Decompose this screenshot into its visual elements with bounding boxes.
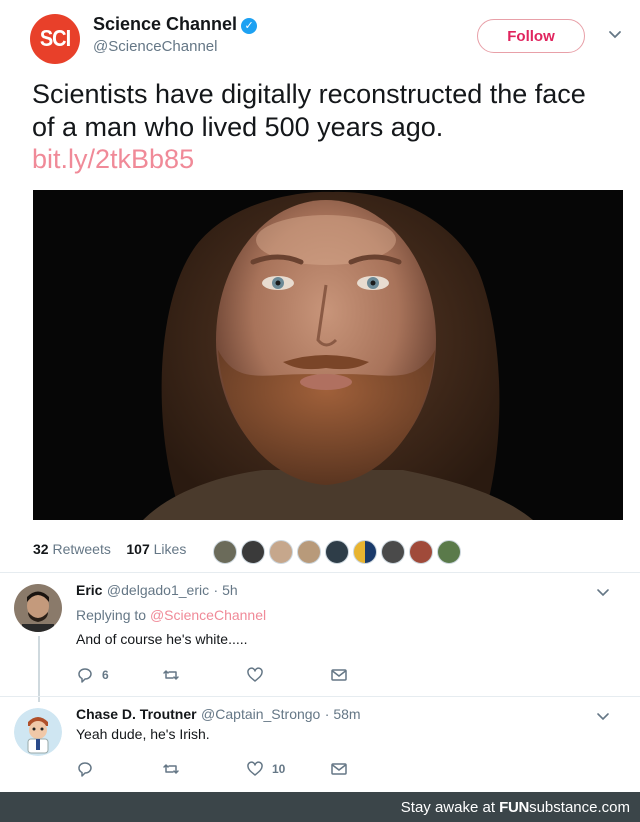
reply-button[interactable]: 6 <box>76 666 109 684</box>
reply-actions: 10 <box>76 760 376 780</box>
reply-avatar[interactable] <box>14 584 62 632</box>
verified-check-icon: ✓ <box>241 18 258 34</box>
reply-icon <box>78 762 92 777</box>
heart-icon <box>247 667 263 682</box>
reconstructed-face-image <box>33 190 623 520</box>
watermark-footer: Stay awake at FUNsubstance.com <box>0 792 640 822</box>
watermark-brand-fun: FUN <box>499 799 530 816</box>
reply-text: Yeah dude, he's Irish. <box>76 726 210 742</box>
retweets-count: 32 <box>33 541 49 557</box>
retweet-icon <box>163 670 179 680</box>
liker-avatar[interactable] <box>437 540 461 564</box>
watermark-brand-substance: substance <box>529 799 598 816</box>
follow-button[interactable]: Follow <box>477 19 585 53</box>
author-name[interactable]: Science Channel ✓ <box>93 14 258 35</box>
watermark-text: Stay awake at FUNsubstance.com <box>401 799 630 816</box>
author-handle[interactable]: @ScienceChannel <box>93 38 217 55</box>
tweet-text: Scientists have digitally reconstructed … <box>32 79 586 142</box>
reply-author-name[interactable]: Eric <box>76 582 102 598</box>
liker-avatar[interactable] <box>353 540 377 564</box>
reply-timestamp[interactable]: · 58m <box>325 706 361 722</box>
replying-to-label: Replying to <box>76 607 147 623</box>
divider <box>0 572 640 573</box>
reply-count: 6 <box>102 668 109 682</box>
envelope-icon <box>331 763 347 775</box>
liker-avatars <box>213 540 465 566</box>
chevron-down-icon[interactable] <box>596 586 610 600</box>
reply-button[interactable] <box>76 760 102 778</box>
reply-tweet: Chase D. Troutner @Captain_Strongo · 58m… <box>0 704 640 788</box>
liker-avatar[interactable] <box>409 540 433 564</box>
tweet-header: SCI Science Channel ✓ @ScienceChannel Fol… <box>30 12 622 64</box>
reply-tweet: Eric @delgado1_eric · 5h Replying to @Sc… <box>0 580 640 690</box>
likes-label[interactable]: Likes <box>154 541 187 557</box>
liker-avatar[interactable] <box>241 540 265 564</box>
thread-connector-line <box>38 636 40 702</box>
replying-to: Replying to @ScienceChannel <box>76 607 266 623</box>
chevron-down-icon[interactable] <box>608 28 622 42</box>
reply-icon <box>78 668 92 683</box>
user-photo-icon <box>14 584 62 632</box>
reply-avatar[interactable] <box>14 708 62 756</box>
like-button[interactable]: 10 <box>246 760 285 778</box>
likes-count: 107 <box>126 541 150 557</box>
liker-avatar[interactable] <box>213 540 237 564</box>
like-button[interactable] <box>246 666 272 684</box>
envelope-icon <box>331 669 347 681</box>
avatar-logo-text: SCI <box>39 25 71 52</box>
like-count: 10 <box>272 762 286 776</box>
direct-message-button[interactable] <box>330 760 348 778</box>
chevron-down-icon[interactable] <box>596 710 610 724</box>
heart-icon <box>247 761 263 776</box>
tweet-stats: 32 Retweets 107 Likes <box>33 541 186 557</box>
direct-message-button[interactable] <box>330 666 348 684</box>
cartoon-avatar-icon <box>14 708 62 756</box>
retweet-button[interactable] <box>162 666 188 684</box>
retweet-icon <box>163 764 179 774</box>
liker-avatar[interactable] <box>297 540 321 564</box>
author-avatar[interactable]: SCI <box>30 14 80 64</box>
watermark-prefix: Stay awake at <box>400 799 495 816</box>
replying-to-mention[interactable]: @ScienceChannel <box>150 607 266 623</box>
retweets-label[interactable]: Retweets <box>52 541 110 557</box>
reply-meta: Chase D. Troutner @Captain_Strongo · 58m <box>76 706 361 724</box>
retweet-button[interactable] <box>162 760 188 778</box>
tweet-link[interactable]: bit.ly/2tkBb85 <box>32 144 194 175</box>
liker-avatar[interactable] <box>381 540 405 564</box>
liker-avatar[interactable] <box>269 540 293 564</box>
liker-avatar[interactable] <box>325 540 349 564</box>
reply-author-name[interactable]: Chase D. Troutner <box>76 706 197 722</box>
reply-author-handle[interactable]: @Captain_Strongo <box>201 706 320 722</box>
reply-author-handle[interactable]: @delgado1_eric <box>107 582 209 598</box>
reply-text: And of course he's white..... <box>76 631 248 647</box>
reply-meta: Eric @delgado1_eric · 5h <box>76 582 238 600</box>
watermark-brand-tld: .com <box>597 799 630 816</box>
reply-actions: 6 <box>76 666 376 686</box>
reply-timestamp[interactable]: · 5h <box>214 582 238 598</box>
divider <box>0 696 640 697</box>
tweet-photo[interactable] <box>33 190 623 520</box>
author-name-text: Science Channel <box>93 14 238 34</box>
